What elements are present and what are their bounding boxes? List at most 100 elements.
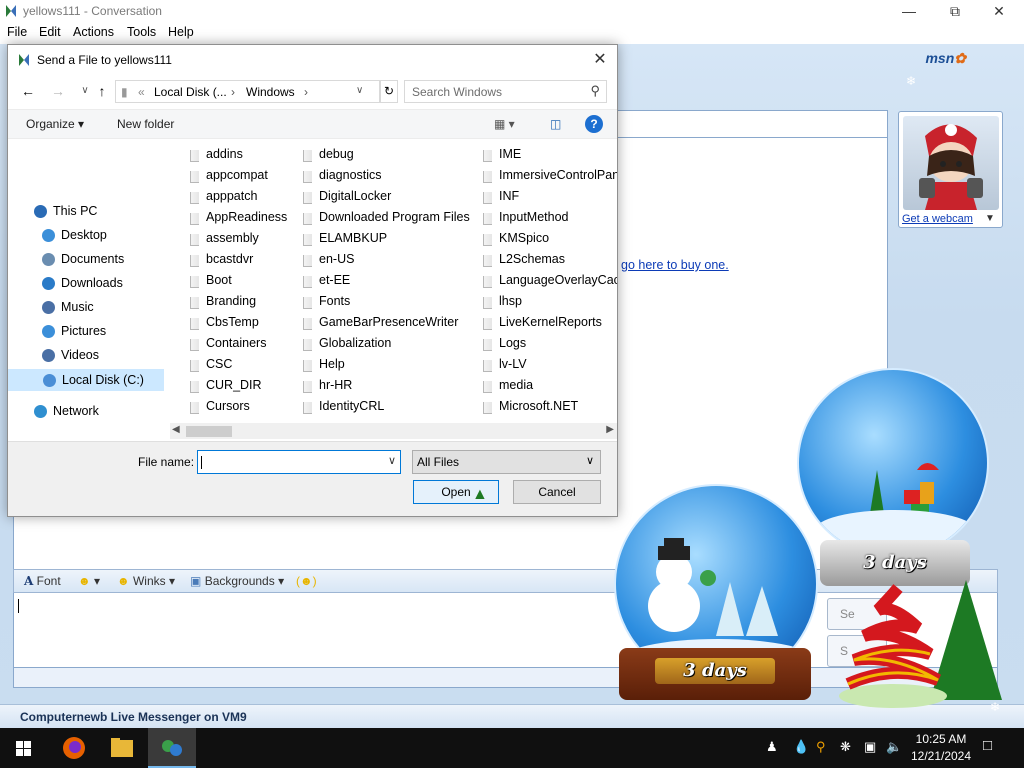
winks-button[interactable]: ☻ Winks ▾	[117, 574, 175, 588]
status-text: Computernewb Live Messenger on VM9	[20, 710, 247, 724]
menu-actions[interactable]: Actions	[73, 25, 114, 39]
nav-item[interactable]: Music	[8, 297, 164, 319]
days-label-right: 3 days	[863, 552, 927, 573]
organize-button[interactable]: Organize ▾	[26, 117, 84, 131]
folder-name: LanguageOverlayCache	[499, 273, 617, 287]
anime-girl-picture	[919, 124, 983, 210]
scroll-left-icon[interactable]: ◀	[172, 424, 180, 435]
folder-name: GameBarPresenceWriter	[319, 315, 459, 329]
preview-pane-icon[interactable]: ◫	[550, 117, 561, 131]
messenger-logo-icon	[19, 54, 29, 66]
cancel-button[interactable]: Cancel	[513, 480, 601, 504]
clock[interactable]: 10:25 AM 12/21/2024	[906, 731, 976, 765]
videos-icon	[42, 349, 55, 362]
notifications-icon[interactable]: □	[983, 737, 992, 754]
folder-icon	[483, 276, 492, 288]
nav-item[interactable]: Documents	[8, 249, 164, 271]
firefox-button[interactable]	[50, 728, 98, 768]
menu-help[interactable]: Help	[168, 25, 194, 39]
nav-item[interactable]: This PC	[8, 201, 164, 223]
folder-name: apppatch	[206, 189, 258, 203]
file-type-select[interactable]: All Files ∨	[412, 450, 601, 474]
menu-tools[interactable]: Tools	[127, 25, 156, 39]
nav-item[interactable]: Desktop	[8, 225, 164, 247]
chevron-down-icon[interactable]: ▼	[985, 213, 995, 224]
droplet-icon[interactable]: 💧	[793, 739, 809, 755]
nav-item[interactable]: Videos	[8, 345, 164, 367]
overflow-chevron-icon[interactable]: «	[138, 85, 145, 99]
new-folder-button[interactable]: New folder	[117, 117, 174, 131]
folder-icon	[303, 360, 312, 372]
menu-file[interactable]: File	[7, 25, 27, 39]
backgrounds-button[interactable]: ▣ Backgrounds ▾	[190, 574, 284, 588]
snowflake-tray-icon[interactable]: ❋	[840, 739, 851, 755]
chevron-down-icon[interactable]: ∨	[388, 454, 396, 467]
nav-item-label: Local Disk (C:)	[62, 373, 144, 387]
horizontal-scrollbar[interactable]: ◀ ▶	[170, 423, 617, 439]
folder-name: Logs	[499, 336, 527, 350]
nav-item[interactable]: Downloads	[8, 273, 164, 295]
folder-name: lv-LV	[499, 357, 527, 371]
nav-item-label: Documents	[61, 252, 125, 266]
firefox-icon	[63, 737, 85, 759]
folder-icon	[190, 213, 199, 225]
folder-name: hr-HR	[319, 378, 353, 392]
address-dropdown-icon[interactable]: ∨	[356, 85, 363, 96]
scroll-thumb[interactable]	[186, 426, 232, 437]
minimize-button[interactable]: —	[886, 0, 932, 22]
maximize-button[interactable]: ⧉	[932, 0, 978, 22]
text-caret	[18, 599, 19, 613]
view-options-icon[interactable]: ▦ ▾	[494, 117, 515, 131]
folder-icon	[190, 297, 199, 309]
emoticon-button[interactable]: ☻ ▾	[78, 574, 100, 588]
nav-item-label: Desktop	[61, 228, 107, 242]
breadcrumb-windows[interactable]: Windows	[246, 85, 295, 99]
music-icon	[42, 301, 55, 314]
forward-arrow-icon[interactable]: →	[48, 81, 68, 101]
folder-name: Boot	[206, 273, 232, 287]
folder-icon	[190, 171, 199, 183]
start-button[interactable]	[0, 728, 48, 768]
folder-name: Containers	[206, 336, 267, 350]
folder-icon	[483, 234, 492, 246]
close-button[interactable]: ✕	[976, 0, 1022, 22]
nav-item[interactable]: Network	[8, 401, 164, 423]
people-icon[interactable]: ♟	[766, 739, 778, 755]
folder-icon	[303, 255, 312, 267]
folder-name: CbsTemp	[206, 315, 259, 329]
display-picture[interactable]	[903, 116, 999, 210]
network-icon[interactable]: ▣	[864, 739, 876, 755]
search-box[interactable]: Search Windows ⚲	[404, 80, 607, 103]
folder-name: diagnostics	[319, 168, 382, 182]
folder-name: Globalization	[319, 336, 392, 350]
messenger-taskbar-button[interactable]	[148, 728, 196, 768]
nav-item[interactable]: Pictures	[8, 321, 164, 343]
volume-icon[interactable]: 🔈	[886, 739, 902, 755]
webcam-link[interactable]: Get a webcam	[902, 213, 973, 225]
buy-link[interactable]: go here to buy one.	[621, 258, 729, 272]
refresh-icon[interactable]: ↻	[380, 80, 398, 103]
nav-item-label: Music	[61, 300, 94, 314]
address-bar[interactable]: ▮ « Local Disk (... › Windows › ∨	[115, 80, 380, 103]
back-arrow-icon[interactable]: ←	[18, 81, 38, 101]
folder-name: INF	[499, 189, 520, 203]
msn-logo: msn✿	[925, 50, 966, 67]
nudge-button[interactable]: (☻)	[296, 574, 317, 588]
nav-item-label: Pictures	[61, 324, 107, 338]
up-arrow-icon[interactable]: ↑	[92, 81, 112, 101]
close-icon[interactable]: ✕	[587, 48, 613, 72]
help-icon[interactable]: ?	[585, 115, 603, 133]
winks-label: Winks	[132, 574, 166, 588]
folder-name: IME	[499, 147, 522, 161]
menu-edit[interactable]: Edit	[39, 25, 61, 39]
nav-item[interactable]: Local Disk (C:)	[8, 369, 164, 391]
dialog-footer: File name: ∨ All Files ∨ Open Cancel	[8, 441, 617, 516]
folder-icon	[483, 381, 492, 393]
breadcrumb-local-disk[interactable]: Local Disk (...	[154, 85, 227, 99]
folder-name: en-US	[319, 252, 355, 266]
file-explorer-button[interactable]	[98, 728, 146, 768]
file-name-input[interactable]: ∨	[197, 450, 401, 474]
font-button[interactable]: A Font	[24, 574, 61, 588]
search-tray-icon[interactable]: ⚲	[816, 739, 826, 755]
scroll-right-icon[interactable]: ▶	[606, 424, 614, 435]
